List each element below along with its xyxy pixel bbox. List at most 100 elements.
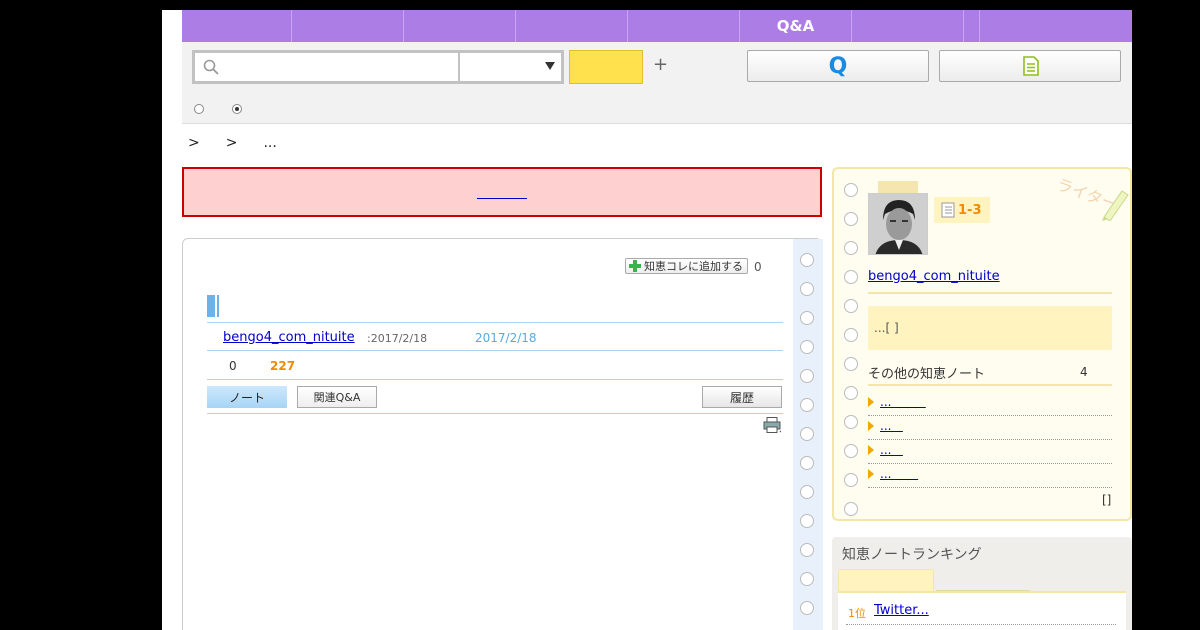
other-notes-heading: その他の知恵ノート — [868, 367, 986, 382]
other-note-item: ... — [868, 416, 1112, 440]
other-note-link[interactable]: ... — [880, 395, 926, 409]
top-edge — [162, 0, 1132, 10]
other-note-link[interactable]: ... — [880, 443, 903, 457]
note-card: 知恵コレに追加する 0 bengo4_com_nituite :2017/2/1… — [182, 238, 823, 630]
other-notes-count: 4 — [1080, 365, 1088, 379]
search-button[interactable] — [569, 50, 643, 84]
notebook-icon — [941, 202, 955, 218]
stat-value: 0 — [229, 359, 237, 373]
divider — [868, 384, 1112, 386]
spiral-ring — [800, 311, 814, 325]
spiral-ring — [800, 601, 814, 615]
category-select[interactable] — [462, 53, 561, 81]
spiral-ring — [844, 473, 858, 487]
breadcrumb-separator: > — [188, 135, 200, 151]
history-button[interactable]: 履歴 — [702, 386, 782, 408]
ranking-tab-2[interactable] — [936, 569, 1030, 591]
nav-tab-2[interactable] — [292, 10, 404, 42]
ranking-tab-1[interactable] — [838, 569, 934, 591]
plus-icon[interactable]: + — [653, 54, 668, 75]
pencil-icon — [1102, 190, 1129, 221]
ranking-body: 1位 Twitter... — [838, 567, 1126, 630]
spiral-ring — [800, 282, 814, 296]
breadcrumb-separator: > — [225, 135, 238, 151]
divider — [207, 379, 783, 380]
add-to-collection-button[interactable]: 知恵コレに追加する — [625, 258, 748, 274]
other-note-item: ... — [868, 464, 1112, 488]
nav-tab-5[interactable] — [628, 10, 740, 42]
other-note-link[interactable]: ... — [880, 467, 918, 481]
note-icon — [1023, 56, 1039, 76]
search-scope-radio-2[interactable] — [232, 104, 242, 114]
ask-question-button[interactable]: Q — [747, 50, 929, 82]
breadcrumb-current: ... — [263, 135, 277, 151]
triangle-bullet-icon — [868, 397, 874, 407]
divider — [207, 350, 783, 351]
spiral-ring — [844, 502, 858, 516]
spiral-ring — [844, 328, 858, 342]
green-plus-icon — [629, 260, 641, 272]
search-input[interactable] — [195, 53, 460, 81]
print-icon[interactable] — [763, 417, 781, 433]
notebook-spiral — [793, 239, 823, 630]
spiral-ring — [800, 340, 814, 354]
spiral-ring — [844, 270, 858, 284]
alert-banner — [182, 167, 822, 217]
other-note-link[interactable]: ... — [880, 419, 903, 433]
author-profile-panel: 1-3 ライター bengo4_com_nituite ...[ ] その他の知… — [832, 167, 1132, 521]
level-text: 1-3 — [958, 202, 982, 218]
search-area: + Q — [182, 42, 1132, 124]
add-to-collection-label: 知恵コレに追加する — [644, 260, 743, 273]
spiral-ring — [800, 253, 814, 267]
write-note-button[interactable] — [939, 50, 1121, 82]
spiral-ring — [800, 369, 814, 383]
nav-tab-qa[interactable]: Q&A — [740, 10, 852, 42]
more-notes-link[interactable]: [] — [1102, 493, 1111, 507]
nav-tab-4[interactable] — [516, 10, 628, 42]
avatar[interactable] — [868, 193, 928, 255]
tab-note[interactable]: ノート — [207, 386, 287, 408]
other-note-item: ... — [868, 440, 1112, 464]
page: Q&A + Q > > ... 知恵コレに追加する 0 bengo4_com_n… — [162, 0, 1132, 630]
spiral-ring — [844, 357, 858, 371]
created-date: :2017/2/18 — [367, 332, 428, 345]
chevron-down-icon — [545, 62, 555, 70]
spiral-ring — [800, 572, 814, 586]
ranking-item-link[interactable]: Twitter... — [874, 603, 929, 618]
other-note-item: ... — [868, 392, 1112, 416]
level-badge: 1-3 — [934, 197, 990, 223]
author-link[interactable]: bengo4_com_nituite — [223, 330, 355, 345]
question-icon: Q — [828, 53, 848, 79]
spiral-ring — [800, 427, 814, 441]
spiral-ring — [844, 183, 858, 197]
spiral-ring — [800, 543, 814, 557]
triangle-bullet-icon — [868, 445, 874, 455]
title-marker — [207, 295, 217, 317]
nav-tab-8[interactable] — [964, 10, 980, 42]
divider — [207, 322, 783, 323]
nav-tab-7[interactable] — [852, 10, 964, 42]
rank-number: 1位 — [848, 607, 866, 620]
view-count: 227 — [270, 359, 296, 373]
profile-name-link[interactable]: bengo4_com_nituite — [868, 269, 1000, 284]
tab-related-qa[interactable]: 関連Q&A — [297, 386, 377, 408]
profile-intro: ...[ ] — [868, 306, 1112, 350]
spiral-ring — [844, 386, 858, 400]
alert-link[interactable] — [477, 185, 527, 199]
spiral-ring — [844, 212, 858, 226]
collection-count: 0 — [754, 260, 762, 274]
triangle-bullet-icon — [868, 469, 874, 479]
ranking-heading: 知恵ノートランキング — [842, 547, 982, 563]
nav-tab-1[interactable] — [182, 10, 292, 42]
spiral-ring — [844, 241, 858, 255]
divider — [846, 624, 1116, 625]
nav-tab-3[interactable] — [404, 10, 516, 42]
search-box — [192, 50, 564, 84]
breadcrumb: > > ... — [188, 135, 277, 151]
divider — [207, 413, 783, 414]
spiral-ring — [800, 514, 814, 528]
search-scope-radio-1[interactable] — [194, 104, 204, 114]
updated-date: 2017/2/18 — [475, 331, 537, 345]
spiral-ring — [844, 415, 858, 429]
spiral-ring — [844, 444, 858, 458]
